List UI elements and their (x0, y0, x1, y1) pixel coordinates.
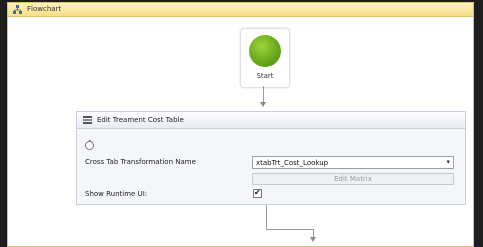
runtime-ui-label: Show Runtime UI: (85, 190, 148, 198)
connector-activity-horizontal[interactable] (266, 229, 313, 230)
chevron-up-icon: ⌃ (87, 139, 93, 147)
checkmark-icon: ✔ (254, 188, 261, 197)
crosstab-value: xtabTrt_Cost_Lookup (256, 159, 329, 167)
start-node-icon (249, 35, 281, 67)
start-node[interactable]: Start (240, 28, 290, 88)
connector-activity-down-2[interactable] (313, 229, 314, 237)
runtime-ui-checkbox[interactable]: ✔ (253, 188, 262, 198)
activity-edit-treatment-cost-table[interactable]: Edit Treament Cost Table ⌃ Cross Tab Tra… (76, 111, 466, 205)
designer-titlebar: Flowchart (8, 3, 473, 17)
connector-arrow-bottom (310, 237, 316, 242)
flowchart-icon (13, 5, 22, 14)
flowchart-designer: Flowchart Start Edit Treament Cost Table… (7, 2, 474, 247)
start-node-label: Start (256, 72, 274, 80)
connector-arrow-top (260, 102, 266, 107)
collapse-icon[interactable]: ⌃ (85, 139, 94, 150)
activity-header: Edit Treament Cost Table (77, 112, 465, 129)
chevron-down-icon[interactable]: ▾ (446, 158, 450, 166)
activity-title: Edit Treament Cost Table (97, 116, 184, 124)
connector-activity-down[interactable] (266, 205, 267, 229)
crosstab-select[interactable]: xtabTrt_Cost_Lookup ▾ (252, 156, 454, 169)
connector-start-activity[interactable] (263, 86, 264, 102)
designer-title: Flowchart (27, 5, 62, 13)
edit-matrix-button[interactable]: Edit Matrix (252, 173, 454, 185)
crosstab-label: Cross Tab Transformation Name (85, 158, 196, 166)
activity-icon (83, 116, 92, 124)
